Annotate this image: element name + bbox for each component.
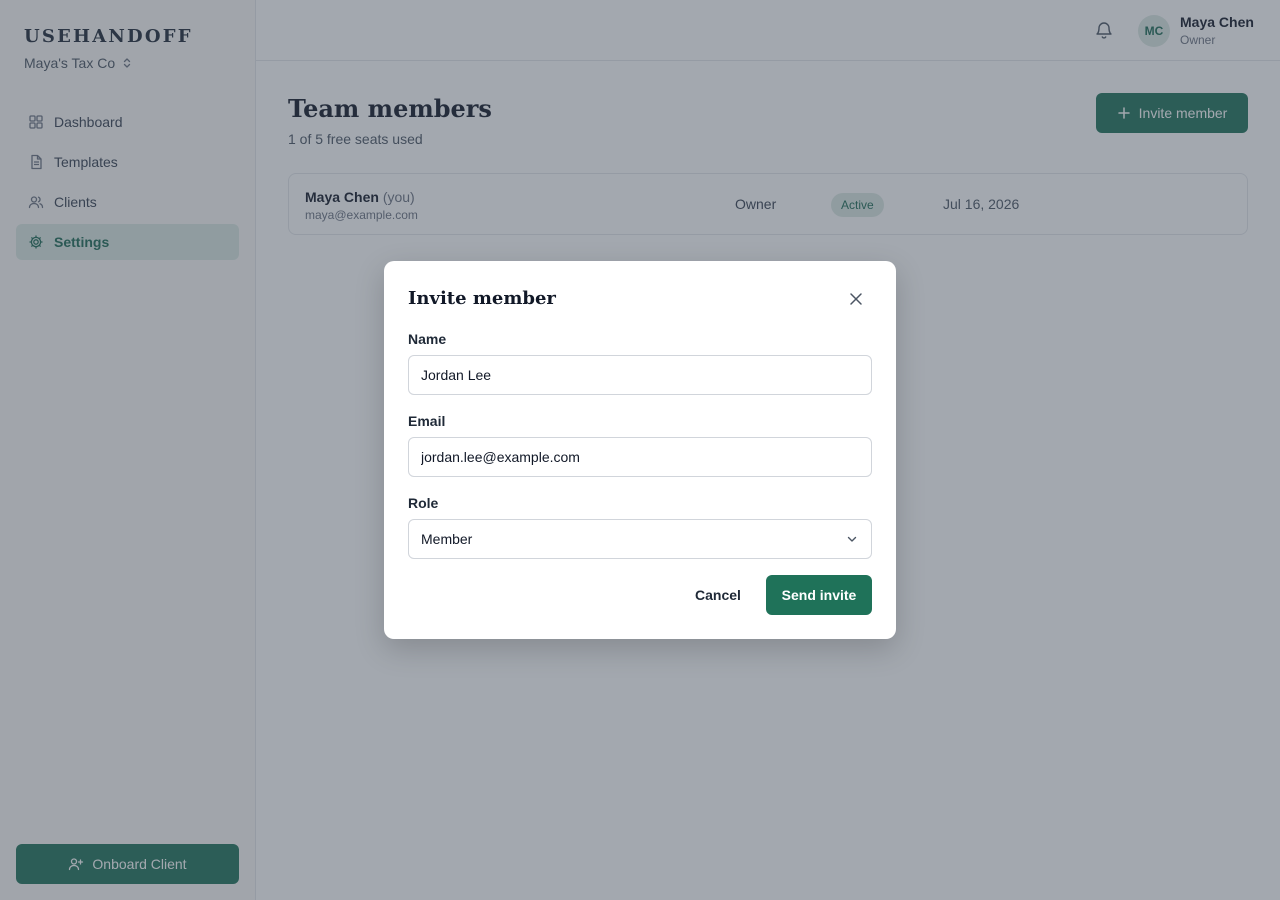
cancel-button[interactable]: Cancel — [682, 575, 754, 615]
dialog-title: Invite member — [408, 288, 556, 309]
role-select[interactable]: Member — [408, 519, 872, 559]
close-button[interactable] — [846, 289, 866, 309]
close-icon — [850, 293, 862, 305]
invite-member-dialog: Invite member Name Email Role Member Can… — [384, 261, 896, 639]
role-selected-value: Member — [421, 531, 473, 547]
send-invite-button[interactable]: Send invite — [766, 575, 872, 615]
email-field[interactable] — [408, 437, 872, 477]
chevron-down-icon — [847, 536, 857, 542]
name-field[interactable] — [408, 355, 872, 395]
email-label: Email — [408, 413, 446, 429]
name-label: Name — [408, 331, 447, 347]
role-label: Role — [408, 495, 439, 511]
